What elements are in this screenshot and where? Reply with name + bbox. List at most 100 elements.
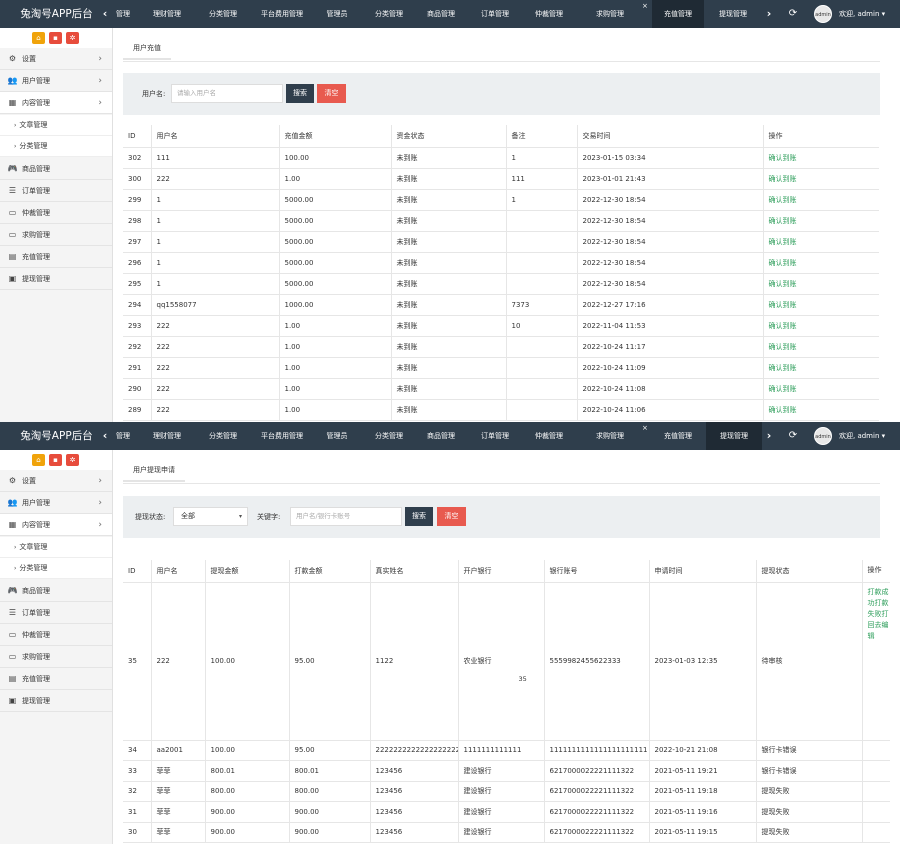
tab-withdraw[interactable]: 提现管理 — [706, 422, 762, 450]
sidebar-item-goods[interactable]: 🎮 商品管理 — [0, 580, 112, 602]
clear-button[interactable]: 清空 — [437, 507, 466, 526]
status-select[interactable]: 全部 ▾ — [173, 507, 248, 526]
confirm-link[interactable]: 确认到账 — [763, 378, 879, 400]
tab-scroll-left-icon[interactable]: ‹ — [98, 422, 112, 450]
sidebar-subitem-articles[interactable]: › 文章管理 — [0, 115, 112, 136]
cell-id: 32 — [123, 781, 152, 802]
cell-real-name: 123456 — [370, 822, 459, 843]
tab-admin[interactable]: 管理员 — [318, 422, 356, 450]
confirm-link[interactable]: 确认到账 — [763, 147, 879, 169]
sidebar-item-arbitration[interactable]: ▭ 仲裁管理 — [0, 624, 112, 646]
recharge-table: ID 用户名 充值金额 资金状态 备注 交易时间 操作 302 111 100.00… — [123, 125, 879, 421]
confirm-link[interactable]: 确认到账 — [763, 189, 879, 211]
sidebar-item-recharge[interactable]: ▤ 充值管理 — [0, 668, 112, 690]
sidebar-item-content[interactable]: ▦ 内容管理 › — [0, 92, 112, 114]
cell-withdraw-amount: 100.00 — [205, 740, 290, 761]
cell-time: 2022-12-30 18:54 — [577, 189, 764, 211]
sidebar-item-settings[interactable]: ⚙ 设置 › — [0, 48, 112, 70]
search-button[interactable]: 搜索 — [286, 84, 314, 103]
confirm-link[interactable]: 确认到账 — [763, 399, 879, 421]
close-tab-icon[interactable]: × — [642, 424, 648, 432]
cell-withdraw-status: 银行卡错误 — [756, 760, 863, 782]
sidebar-item-withdraw[interactable]: ▣ 提现管理 — [0, 690, 112, 712]
tab-platform-fee[interactable]: 平台费用管理 — [256, 0, 308, 28]
sidebar-item-purchase[interactable]: ▭ 求购管理 — [0, 646, 112, 668]
confirm-link[interactable]: 确认到账 — [763, 336, 879, 358]
sidebar-item-arbitration[interactable]: ▭ 仲裁管理 — [0, 202, 112, 224]
sidebar-item-settings[interactable]: ⚙ 设置 › — [0, 470, 112, 492]
sidebar-item-purchase[interactable]: ▭ 求购管理 — [0, 224, 112, 246]
recycle-icon[interactable]: ✲ — [66, 32, 79, 44]
tab-category-2[interactable]: 分类管理 — [366, 422, 412, 450]
tab-purchase[interactable]: 求购管理 — [580, 422, 640, 450]
tab-recharge[interactable]: 充值管理 — [652, 422, 704, 450]
tab-scroll-right-icon[interactable]: › — [762, 0, 776, 28]
home-icon[interactable]: ⌂ — [32, 32, 45, 44]
tab-orders[interactable]: 订单管理 — [472, 0, 518, 28]
avatar[interactable]: admin — [814, 5, 832, 23]
sidebar-subitem-categories[interactable]: › 分类管理 — [0, 136, 112, 157]
tab-manage[interactable]: 管理 — [112, 0, 134, 28]
tab-manage[interactable]: 管理 — [112, 422, 134, 450]
sidebar-item-orders[interactable]: ☰ 订单管理 — [0, 180, 112, 202]
tab-orders[interactable]: 订单管理 — [472, 422, 518, 450]
sidebar-item-goods[interactable]: 🎮 商品管理 — [0, 158, 112, 180]
tab-finance[interactable]: 理财管理 — [144, 422, 190, 450]
tab-recharge[interactable]: 充值管理 — [652, 0, 704, 28]
chevron-right-icon: › — [98, 498, 102, 508]
confirm-link[interactable]: 确认到账 — [763, 357, 879, 379]
recycle-icon[interactable]: ✲ — [66, 454, 79, 466]
tab-arbitration[interactable]: 仲裁管理 — [526, 0, 572, 28]
page-tab-recharge[interactable]: 用户充值 — [123, 36, 171, 60]
cell-withdraw-status: 待审核 — [756, 582, 863, 741]
avatar[interactable]: admin — [814, 427, 832, 445]
sidebar-subitem-categories[interactable]: › 分类管理 — [0, 558, 112, 579]
sidebar-item-users[interactable]: 👥 用户管理 › — [0, 70, 112, 92]
username-input[interactable]: 请输入用户名 — [171, 84, 283, 103]
sidebar-item-withdraw[interactable]: ▣ 提现管理 — [0, 268, 112, 290]
tab-scroll-left-icon[interactable]: ‹ — [98, 0, 112, 28]
refresh-icon[interactable]: ⟳ — [787, 0, 799, 28]
tab-scroll-right-icon[interactable]: › — [762, 422, 776, 450]
tab-goods[interactable]: 商品管理 — [418, 422, 464, 450]
tab-finance[interactable]: 理财管理 — [144, 0, 190, 28]
confirm-link[interactable]: 确认到账 — [763, 252, 879, 274]
refresh-icon[interactable]: ⟳ — [787, 422, 799, 450]
tab-purchase[interactable]: 求购管理 — [580, 0, 640, 28]
tab-admin[interactable]: 管理员 — [318, 0, 356, 28]
user-menu[interactable]: 欢迎, admin ▾ — [839, 422, 885, 450]
user-menu[interactable]: 欢迎, admin ▾ — [839, 0, 885, 28]
tab-withdraw[interactable]: 提现管理 — [710, 0, 756, 28]
sidebar-item-content[interactable]: ▦ 内容管理 › — [0, 514, 112, 536]
sidebar-item-orders[interactable]: ☰ 订单管理 — [0, 602, 112, 624]
gears-icon: ⚙ — [8, 54, 17, 63]
cell-payout-amount: 800.00 — [289, 781, 371, 802]
search-button[interactable]: 搜索 — [405, 507, 433, 526]
confirm-link[interactable]: 确认到账 — [763, 315, 879, 337]
close-tab-icon[interactable]: × — [642, 2, 648, 10]
tab-arbitration[interactable]: 仲裁管理 — [526, 422, 572, 450]
cell-username: 222 — [151, 582, 206, 741]
sidebar-item-recharge[interactable]: ▤ 充值管理 — [0, 246, 112, 268]
confirm-link[interactable]: 确认到账 — [763, 273, 879, 295]
trash-icon[interactable]: ▪ — [49, 454, 62, 466]
confirm-link[interactable]: 确认到账 — [763, 231, 879, 253]
sidebar-item-users[interactable]: 👥 用户管理 › — [0, 492, 112, 514]
tab-category[interactable]: 分类管理 — [200, 0, 246, 28]
tab-category[interactable]: 分类管理 — [200, 422, 246, 450]
clear-button[interactable]: 清空 — [317, 84, 346, 103]
keyword-input[interactable]: 用户名/银行卡账号 — [290, 507, 402, 526]
sidebar-subitem-articles[interactable]: › 文章管理 — [0, 537, 112, 558]
tab-platform-fee[interactable]: 平台费用管理 — [256, 422, 308, 450]
page-tab-withdraw[interactable]: 用户提现申请 — [123, 458, 185, 482]
bullet-icon: › — [14, 544, 17, 551]
tab-goods[interactable]: 商品管理 — [418, 0, 464, 28]
trash-icon[interactable]: ▪ — [49, 32, 62, 44]
action-links[interactable]: 打款成功打款失败打回去编辑 — [862, 582, 890, 741]
home-icon[interactable]: ⌂ — [32, 454, 45, 466]
list-icon: ☰ — [8, 608, 17, 617]
tab-category-2[interactable]: 分类管理 — [366, 0, 412, 28]
confirm-link[interactable]: 确认到账 — [763, 294, 879, 316]
confirm-link[interactable]: 确认到账 — [763, 210, 879, 232]
confirm-link[interactable]: 确认到账 — [763, 168, 879, 190]
